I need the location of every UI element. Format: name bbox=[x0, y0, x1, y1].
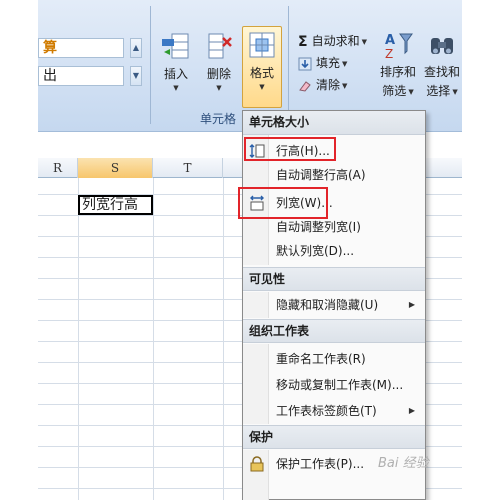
menu-header-visibility: 可见性 bbox=[243, 267, 425, 291]
delete-cells-icon bbox=[208, 33, 232, 59]
column-header-r[interactable]: R bbox=[38, 158, 78, 178]
delete-label: 删除 bbox=[206, 67, 231, 81]
menu-item-hide-unhide[interactable]: 隐藏和取消隐藏(U) ▶ bbox=[243, 293, 425, 317]
conditional-format-style-box[interactable]: 算 bbox=[38, 38, 124, 58]
svg-text:A: A bbox=[385, 33, 395, 48]
output-style-box[interactable]: 出 bbox=[38, 66, 124, 86]
menu-header-protection: 保护 bbox=[243, 425, 425, 449]
fill-down-icon bbox=[298, 57, 312, 70]
autofit-row-height-label: 自动调整行高(A) bbox=[276, 168, 366, 182]
eraser-icon bbox=[299, 80, 311, 92]
fill-button[interactable]: 填充 ▼ bbox=[298, 54, 347, 71]
clear-button[interactable]: 清除 ▼ bbox=[298, 76, 347, 93]
menu-item-autofit-row-height[interactable]: 自动调整行高(A) bbox=[243, 163, 425, 187]
find-select-button[interactable]: 查找和 选择 ▼ bbox=[420, 30, 464, 99]
column-gridline bbox=[223, 178, 224, 500]
chevron-down-icon: ▼ bbox=[342, 59, 348, 68]
column-gridline bbox=[153, 178, 154, 500]
tab-color-label: 工作表标签颜色(T) bbox=[276, 404, 377, 418]
move-copy-sheet-label: 移动或复制工作表(M)... bbox=[276, 378, 404, 392]
sort-label-line2: 筛选 bbox=[382, 84, 407, 98]
cells-group-label: 单元格 bbox=[200, 112, 237, 126]
find-label-line2: 选择 bbox=[426, 84, 451, 98]
autosum-label: 自动求和 bbox=[311, 34, 360, 48]
find-label: 查找和 bbox=[423, 65, 460, 79]
format-cells-icon bbox=[249, 32, 275, 58]
fill-label: 填充 bbox=[316, 56, 341, 70]
sigma-icon: Σ bbox=[298, 33, 308, 50]
delete-button[interactable]: 删除 ▼ bbox=[198, 30, 240, 92]
styles-scroll-more[interactable]: ▼ bbox=[130, 66, 142, 86]
insert-cells-icon bbox=[162, 33, 189, 59]
sort-filter-button[interactable]: A Z 排序和 筛选 ▼ bbox=[376, 30, 420, 99]
group-separator bbox=[150, 6, 151, 124]
active-cell-s[interactable]: 列宽行高 bbox=[78, 195, 153, 215]
svg-text:Z: Z bbox=[385, 47, 393, 60]
menu-item-rename-sheet[interactable]: 重命名工作表(R) bbox=[243, 347, 425, 371]
column-header-t[interactable]: T bbox=[153, 158, 223, 178]
submenu-arrow-icon: ▶ bbox=[408, 300, 415, 309]
menu-item-autofit-column-width[interactable]: 自动调整列宽(I) bbox=[243, 215, 425, 239]
chevron-down-icon: ▼ bbox=[342, 81, 348, 90]
clear-label: 清除 bbox=[316, 78, 341, 92]
format-label: 格式 bbox=[249, 66, 274, 80]
watermark: Bai 经验 bbox=[378, 456, 429, 471]
menu-item-move-copy-sheet[interactable]: 移动或复制工作表(M)... bbox=[243, 373, 425, 397]
chevron-down-icon: ▼ bbox=[452, 87, 458, 96]
binoculars-icon bbox=[431, 38, 453, 54]
column-header-s[interactable]: S bbox=[78, 158, 153, 178]
autosum-button[interactable]: Σ 自动求和 ▼ bbox=[298, 32, 367, 50]
menu-header-cell-size: 单元格大小 bbox=[243, 111, 425, 135]
menu-header-organize-sheets: 组织工作表 bbox=[243, 319, 425, 343]
column-gridline bbox=[78, 178, 79, 500]
chevron-down-icon: ▼ bbox=[361, 37, 367, 46]
group-separator bbox=[288, 6, 289, 124]
menu-item-default-width[interactable]: 默认列宽(D)... bbox=[243, 239, 425, 263]
menu-item-tab-color[interactable]: 工作表标签颜色(T) ▶ bbox=[243, 399, 425, 423]
chevron-down-icon: ▼ bbox=[173, 84, 179, 92]
submenu-arrow-icon: ▶ bbox=[408, 406, 415, 415]
sort-az-icon: A Z bbox=[385, 33, 413, 60]
rename-sheet-label: 重命名工作表(R) bbox=[276, 352, 366, 366]
chevron-down-icon: ▼ bbox=[216, 84, 222, 92]
chevron-down-icon: ▼ bbox=[259, 83, 265, 91]
default-width-label: 默认列宽(D)... bbox=[276, 244, 355, 258]
format-dropdown-menu: 单元格大小 行高(H)... 自动调整行高(A) 列宽(W)... 自动调整列宽… bbox=[238, 110, 426, 500]
insert-label: 插入 bbox=[163, 67, 188, 81]
highlight-box-row-height bbox=[244, 137, 336, 161]
hide-unhide-label: 隐藏和取消隐藏(U) bbox=[276, 298, 379, 312]
sort-label: 排序和 bbox=[379, 65, 416, 79]
protect-sheet-label: 保护工作表(P)... bbox=[276, 457, 365, 471]
autofit-column-width-label: 自动调整列宽(I) bbox=[276, 220, 361, 234]
lock-icon bbox=[250, 456, 264, 472]
styles-scroll-up[interactable]: ▲ bbox=[130, 38, 142, 58]
insert-button[interactable]: 插入 ▼ bbox=[155, 30, 197, 92]
chevron-down-icon: ▼ bbox=[408, 87, 414, 96]
format-button[interactable]: 格式 ▼ bbox=[242, 26, 282, 108]
